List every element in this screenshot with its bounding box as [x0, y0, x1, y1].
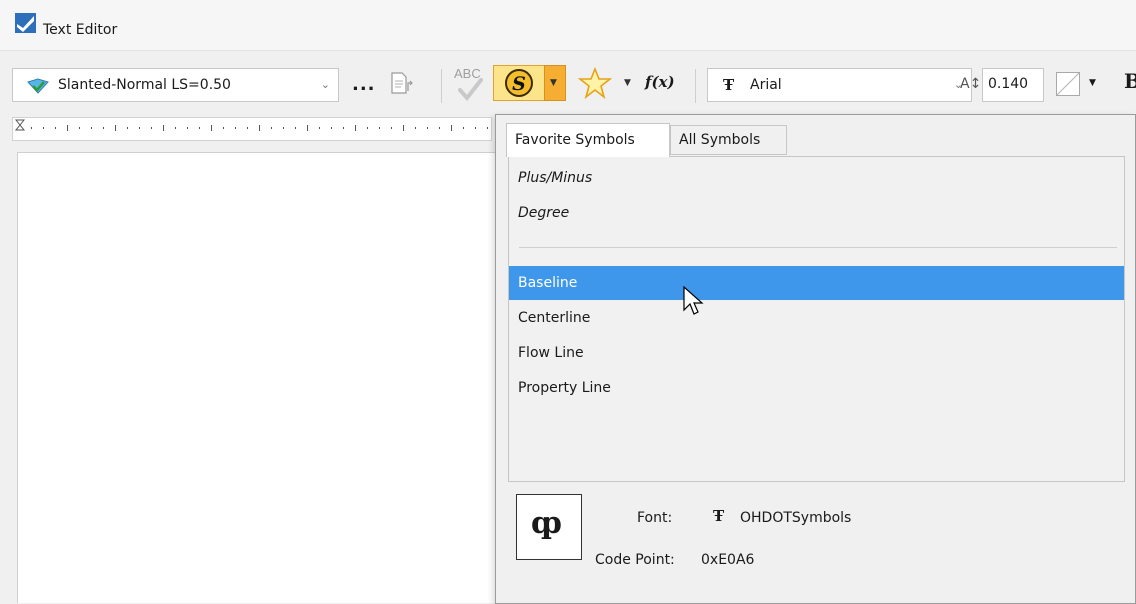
list-item-property-line[interactable]: Property Line	[509, 371, 1124, 405]
truetype-font-icon: Ŧ	[723, 76, 735, 94]
mouse-cursor-icon	[683, 286, 704, 315]
code-point-label: Code Point:	[595, 552, 675, 568]
ruler-tick	[79, 127, 80, 129]
ruler-tick	[115, 125, 116, 131]
ruler-tick	[55, 127, 56, 129]
color-swatch[interactable]	[1056, 72, 1080, 96]
spell-check-label: ABC	[454, 66, 481, 81]
ruler-tick	[415, 127, 416, 129]
function-icon[interactable]: f(x)	[645, 73, 675, 91]
list-item-degree[interactable]: Degree	[509, 196, 1124, 230]
ruler-tick	[283, 127, 284, 129]
no-color-icon	[1056, 72, 1080, 96]
symbol-list: Plus/Minus Degree Baseline Centerline Fl…	[508, 156, 1125, 482]
spell-check-icon[interactable]: ABC	[451, 64, 491, 104]
color-dropdown-icon[interactable]: ▼	[1089, 78, 1096, 88]
text-style-dropdown[interactable]: Slanted-Normal LS=0.50 ⌄	[12, 68, 339, 102]
ruler-tick	[487, 127, 488, 129]
insert-symbol-main[interactable]: S	[493, 65, 545, 101]
ruler-tick	[379, 127, 380, 129]
symbol-font-value: OHDOTSymbols	[740, 510, 852, 526]
code-point-value: 0xE0A6	[701, 552, 755, 568]
list-item-flow-line[interactable]: Flow Line	[509, 336, 1124, 370]
text-height-input[interactable]: 0.140	[982, 68, 1044, 102]
ruler-tick	[355, 125, 356, 131]
more-button[interactable]: ...	[352, 74, 376, 95]
ruler-tick	[151, 127, 152, 129]
insert-symbol-button[interactable]: S ▼	[493, 65, 570, 101]
symbol-picker-popup: Favorite Symbols All Symbols Plus/Minus …	[495, 114, 1136, 604]
baseline-symbol-glyph: ȹ	[531, 506, 562, 541]
ruler-tick	[211, 125, 212, 131]
favorites-dropdown-icon[interactable]: ▼	[624, 78, 631, 88]
ruler-tick	[235, 127, 236, 129]
text-editor-area[interactable]	[17, 152, 498, 603]
ruler-tick	[367, 127, 368, 129]
ruler-tick	[199, 127, 200, 129]
text-style-value: Slanted-Normal LS=0.50	[58, 77, 231, 93]
ruler-tick	[127, 127, 128, 129]
ruler-tick	[187, 127, 188, 129]
tab-all-symbols[interactable]: All Symbols	[670, 125, 787, 155]
list-divider	[519, 247, 1117, 248]
font-label: Font:	[637, 510, 673, 526]
toolbar-separator	[695, 69, 696, 103]
window-title: Text Editor	[43, 22, 118, 38]
ruler	[12, 117, 492, 141]
text-style-icon	[27, 78, 49, 94]
list-item-baseline[interactable]: Baseline	[509, 266, 1124, 300]
text-height-icon: A↕	[960, 76, 982, 92]
ruler-tick	[343, 127, 344, 129]
ruler-tick	[163, 125, 164, 131]
ruler-tick	[331, 127, 332, 129]
app-icon	[15, 13, 36, 33]
font-value: Arial	[750, 77, 782, 93]
ruler-tick	[223, 127, 224, 129]
ruler-tick	[271, 127, 272, 129]
star-icon[interactable]	[578, 67, 612, 99]
ruler-tick	[103, 127, 104, 129]
ruler-tick	[247, 127, 248, 129]
ruler-tick	[175, 127, 176, 129]
ruler-tick	[31, 127, 32, 129]
ruler-tick	[307, 125, 308, 131]
toolbar-separator	[441, 69, 442, 103]
truetype-font-icon: Ŧ	[713, 507, 725, 525]
insert-symbol-dropdown[interactable]: ▼	[544, 65, 566, 101]
font-dropdown[interactable]: Ŧ Arial ⌄	[707, 68, 972, 102]
toolbar: Slanted-Normal LS=0.50 ⌄ ... ABC S ▼ ▼ f…	[0, 50, 1136, 113]
ruler-tick	[403, 125, 404, 131]
dropdown-arrow-icon: ▼	[550, 78, 557, 88]
ruler-tick	[319, 127, 320, 129]
ruler-tick	[427, 127, 428, 129]
ruler-tick	[451, 125, 452, 131]
insert-file-icon[interactable]	[388, 71, 416, 97]
title-bar: Text Editor	[0, 0, 1136, 50]
ruler-tick	[139, 127, 140, 129]
ruler-tick	[391, 127, 392, 129]
ruler-tick	[475, 127, 476, 129]
svg-text:S: S	[512, 73, 526, 95]
ruler-tick	[259, 125, 260, 131]
ruler-tick	[91, 127, 92, 129]
symbol-icon: S	[505, 69, 533, 97]
ruler-tick	[295, 127, 296, 129]
tab-favorite-symbols[interactable]: Favorite Symbols	[506, 123, 670, 157]
ruler-tick	[67, 125, 68, 131]
bold-icon[interactable]: B	[1124, 69, 1136, 93]
ruler-tick	[463, 127, 464, 129]
ruler-ticks	[14, 119, 488, 131]
ruler-tick	[43, 127, 44, 129]
chevron-down-icon: ⌄	[320, 78, 330, 91]
symbol-preview: ȹ	[516, 494, 582, 560]
list-item-plus-minus[interactable]: Plus/Minus	[509, 161, 1124, 195]
ruler-tick	[439, 127, 440, 129]
list-item-centerline[interactable]: Centerline	[509, 301, 1124, 335]
